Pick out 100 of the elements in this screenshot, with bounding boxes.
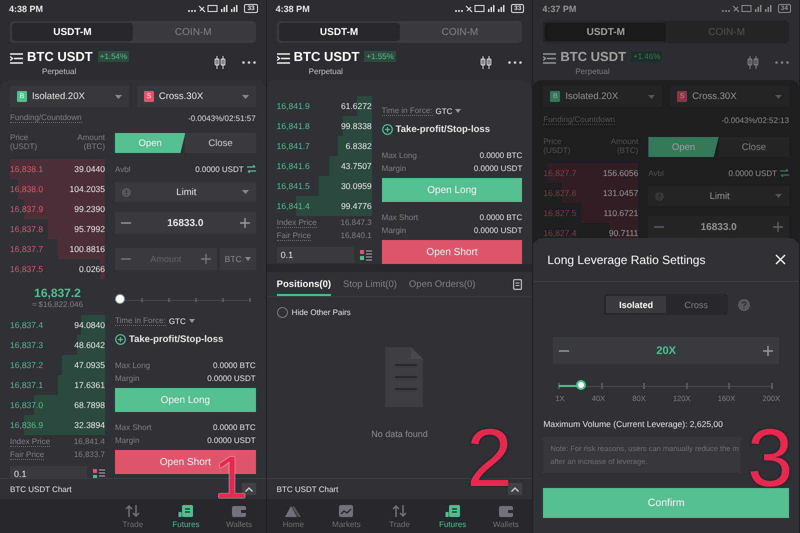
positions-tab[interactable]: Open Orders(0) bbox=[408, 272, 476, 296]
side-tab[interactable]: Close bbox=[718, 137, 790, 157]
fair-price-label[interactable]: Fair Price bbox=[10, 450, 44, 460]
funding-label[interactable]: Funding/Countdown bbox=[10, 113, 82, 123]
bid-price[interactable]: 16,841.4 bbox=[276, 201, 310, 211]
bid-price[interactable]: 16,841.9 bbox=[276, 101, 310, 111]
market-tab[interactable]: USDT-M bbox=[12, 23, 133, 41]
nav-tab[interactable]: Trade bbox=[106, 499, 160, 533]
market-tab[interactable]: USDT-M bbox=[278, 23, 400, 41]
index-price-label[interactable]: Index Price bbox=[276, 218, 317, 228]
plus-icon[interactable] bbox=[773, 222, 783, 232]
layout-icon[interactable] bbox=[93, 468, 105, 478]
bid-price[interactable]: 16,841.5 bbox=[276, 181, 310, 191]
chart-bar-label[interactable]: BTC USDT Chart bbox=[276, 484, 338, 494]
radio-button[interactable] bbox=[276, 307, 288, 318]
info-value: 0.0000 BTC bbox=[212, 361, 256, 370]
more-icon[interactable] bbox=[242, 61, 256, 64]
pair-name[interactable]: BTC USDT bbox=[560, 49, 626, 64]
caret-icon bbox=[775, 194, 782, 198]
fair-price-value: 16,840.1 bbox=[340, 231, 372, 240]
ask-price[interactable]: 16,837.7 bbox=[10, 244, 44, 254]
market-tab[interactable]: COIN-M bbox=[132, 23, 254, 41]
pair-name[interactable]: BTC USDT bbox=[294, 49, 360, 64]
plus-icon[interactable] bbox=[200, 254, 211, 264]
depth-select[interactable]: 0.1 bbox=[276, 247, 354, 263]
document-icon[interactable] bbox=[513, 278, 522, 290]
take-profit-stop-loss-label[interactable]: Take-profit/Stop-loss bbox=[129, 334, 224, 344]
market-tab[interactable]: USDT-M bbox=[545, 23, 666, 41]
candlestick-icon[interactable] bbox=[214, 56, 226, 69]
ask-amount: 39.0440 bbox=[74, 164, 105, 174]
info-label: Margin bbox=[382, 226, 406, 235]
time-in-force-select[interactable]: GTC bbox=[168, 316, 195, 326]
minus-icon[interactable] bbox=[654, 226, 664, 228]
pair-name[interactable]: BTC USDT bbox=[27, 49, 93, 64]
hide-other-pairs-label[interactable]: Hide Other Pairs bbox=[292, 308, 351, 317]
menu-icon[interactable] bbox=[276, 53, 290, 64]
bid-price[interactable]: 16,836.9 bbox=[10, 420, 44, 430]
margin-mode-tab[interactable]: Isolated bbox=[606, 296, 666, 313]
info-label: Margin bbox=[382, 164, 406, 173]
transfer-icon[interactable] bbox=[780, 169, 790, 177]
ask-price[interactable]: 16,838.0 bbox=[10, 184, 44, 194]
slider-thumb[interactable] bbox=[576, 380, 586, 390]
bid-price[interactable]: 16,837.1 bbox=[10, 380, 44, 390]
bid-price[interactable]: 16,837.3 bbox=[10, 340, 44, 350]
step-number: 2 bbox=[466, 429, 512, 489]
nav-tab[interactable]: Futures bbox=[426, 499, 480, 533]
slider-thumb[interactable] bbox=[115, 294, 125, 304]
bid-price[interactable]: 16,837.2 bbox=[10, 360, 44, 370]
plus-icon[interactable] bbox=[240, 218, 250, 228]
wallet-icon bbox=[231, 504, 248, 518]
take-profit-stop-loss-label[interactable]: Take-profit/Stop-loss bbox=[396, 124, 490, 134]
bid-price[interactable]: 16,841.7 bbox=[276, 141, 310, 151]
index-price-label[interactable]: Index Price bbox=[10, 436, 50, 446]
transfer-icon[interactable] bbox=[246, 165, 256, 173]
candlestick-icon[interactable] bbox=[480, 56, 492, 69]
time-in-force-select[interactable]: GTC bbox=[436, 106, 462, 116]
minus-icon[interactable] bbox=[559, 350, 570, 352]
ask-price[interactable]: 16,837.8 bbox=[10, 224, 44, 234]
positions-tab[interactable]: Stop Limit(0) bbox=[343, 272, 397, 296]
unit-select[interactable]: BTC bbox=[220, 248, 256, 270]
max-volume-text: Maximum Volume (Current Leverage): 2,625,00 bbox=[543, 419, 724, 429]
more-icon[interactable] bbox=[508, 61, 522, 64]
bid-price[interactable]: 16,841.6 bbox=[276, 161, 310, 171]
plus-circle-icon[interactable] bbox=[115, 334, 126, 344]
bid-price[interactable]: 16,837.4 bbox=[10, 320, 44, 330]
plus-circle-icon[interactable] bbox=[382, 124, 393, 134]
price-value[interactable]: 16833.0 bbox=[700, 222, 737, 232]
order-type-select[interactable]: Limit bbox=[115, 182, 256, 202]
chart-bar-label[interactable]: BTC USDT Chart bbox=[10, 484, 72, 494]
info-label: Max Long bbox=[115, 361, 150, 370]
expand-button[interactable] bbox=[508, 483, 522, 495]
nav-tab[interactable]: Home bbox=[266, 499, 320, 533]
nav-tab[interactable]: Trade bbox=[372, 499, 426, 533]
bid-price[interactable]: 16,841.8 bbox=[276, 121, 310, 131]
positions-tab[interactable]: Positions(0) bbox=[276, 272, 332, 296]
ask-price[interactable]: 16,837.9 bbox=[10, 204, 44, 214]
ask-amount: 90.7111 bbox=[608, 228, 638, 238]
ask-price[interactable]: 16,837.5 bbox=[10, 264, 44, 274]
side-tab[interactable]: Close bbox=[185, 133, 256, 153]
close-icon[interactable] bbox=[775, 254, 786, 265]
open-short-button[interactable]: Open Short bbox=[382, 240, 522, 264]
leverage-slider[interactable] bbox=[559, 382, 772, 390]
funding-value: -0.0043%/02:52:13 bbox=[721, 116, 790, 124]
fair-price-label[interactable]: Fair Price bbox=[276, 230, 311, 240]
margin-mode-tab[interactable]: Cross bbox=[666, 296, 726, 313]
ask-price[interactable]: 16,838.1 bbox=[10, 164, 44, 174]
plus-icon[interactable] bbox=[763, 346, 774, 356]
nav-tab[interactable]: Markets bbox=[320, 499, 373, 533]
market-tab[interactable]: COIN-M bbox=[400, 23, 520, 41]
order-type-select[interactable]: Limit bbox=[648, 186, 790, 206]
nav-tab[interactable]: Wallets bbox=[479, 499, 532, 533]
up-down-arrows-icon bbox=[392, 504, 408, 518]
expand-button[interactable] bbox=[242, 483, 256, 495]
layout-icon[interactable] bbox=[360, 250, 372, 260]
leverage-value[interactable]: 20X bbox=[656, 344, 676, 356]
depth-select[interactable]: 0.1 bbox=[10, 466, 87, 478]
nav-tab[interactable]: Futures bbox=[159, 499, 213, 533]
bid-price[interactable]: 16,837.0 bbox=[10, 400, 44, 410]
menu-icon[interactable] bbox=[10, 53, 23, 64]
price-value[interactable]: 16833.0 bbox=[167, 218, 204, 228]
